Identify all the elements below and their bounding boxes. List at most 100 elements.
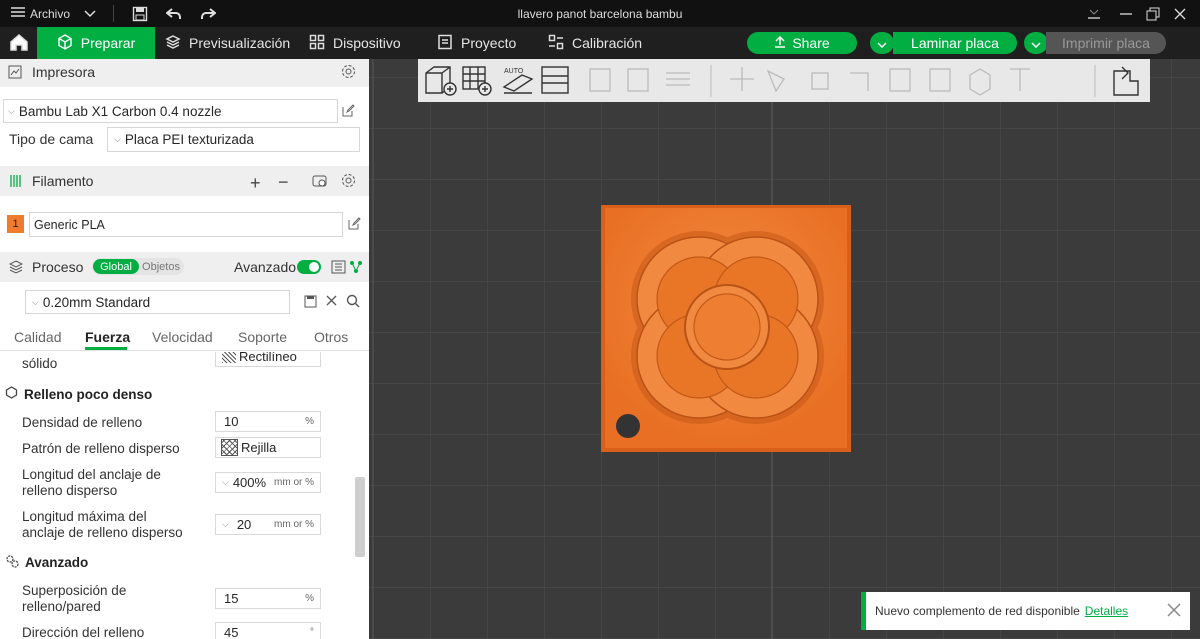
tab-support[interactable]: Soporte [238, 329, 287, 345]
tab-others[interactable]: Otros [314, 329, 348, 345]
partial-setting-value[interactable]: Rectilíneo [215, 352, 321, 367]
filament-select[interactable]: Generic PLA [29, 212, 343, 237]
process-preset-select[interactable]: ⌵ 0.20mm Standard [25, 290, 290, 314]
chevron-down-icon: ⌵ [222, 477, 229, 487]
slice-plate-button[interactable]: Laminar placa [893, 32, 1017, 54]
overlap-value: 15 [224, 591, 239, 606]
process-preset-name: 0.20mm Standard [42, 294, 151, 310]
bed-type-select[interactable]: ⌵ Placa PEI texturizada [107, 127, 360, 152]
print-dropdown-button[interactable] [1024, 32, 1048, 54]
notification-toast: Nuevo complemento de red disponible Deta… [861, 592, 1190, 630]
tab-preview-label: Previsualización [189, 35, 291, 51]
chevron-down-icon [877, 35, 887, 51]
add-plate-icon [462, 66, 492, 96]
close-window-icon[interactable] [1174, 0, 1186, 27]
search-icon[interactable] [346, 294, 360, 308]
project-icon [437, 34, 453, 53]
filament-slot-badge[interactable]: 1 [7, 215, 24, 233]
process-section-title: Proceso [32, 259, 84, 275]
anchor-input[interactable]: ⌵ 400% mm or % [215, 472, 321, 493]
density-input[interactable]: 10 % [215, 411, 321, 432]
tab-strength[interactable]: Fuerza [85, 329, 130, 345]
pattern-select[interactable]: Rejilla [215, 437, 321, 458]
file-menu[interactable]: Archivo [10, 0, 70, 27]
print-plate-button[interactable]: Imprimir placa [1046, 32, 1166, 54]
home-button[interactable] [0, 27, 37, 59]
settings-tabs: Calidad Fuerza Velocidad Soporte Otros [0, 321, 369, 351]
anchor-label-line1: Longitud del anclaje de [22, 467, 161, 482]
tab-project[interactable]: Proyecto [437, 27, 516, 59]
scope-objects[interactable]: Objetos [140, 259, 182, 274]
anchor-label-line2: relleno disperso [22, 483, 118, 498]
tab-prepare[interactable]: Preparar [37, 27, 155, 59]
active-tab-indicator [85, 347, 127, 350]
filament-section-title: Filamento [32, 173, 94, 189]
filament-header: Filamento + − [0, 166, 369, 196]
gear-icon[interactable] [341, 173, 356, 188]
bed-type-value: Placa PEI texturizada [124, 132, 254, 147]
tab-prepare-label: Preparar [80, 35, 136, 51]
slice-dropdown-button[interactable] [870, 32, 894, 54]
undo-icon[interactable] [166, 0, 182, 27]
pattern-icon [222, 352, 236, 363]
minimize-icon[interactable] [1120, 0, 1132, 27]
tab-device-label: Dispositivo [333, 35, 401, 51]
restore-icon[interactable] [1146, 0, 1160, 27]
share-button[interactable]: Share [747, 32, 857, 54]
sync-icon[interactable] [312, 174, 328, 188]
close-icon[interactable] [1166, 602, 1182, 621]
tab-speed[interactable]: Velocidad [152, 329, 213, 345]
calibration-icon [548, 34, 564, 53]
process-layers-icon [9, 260, 23, 274]
edit-icon[interactable] [348, 217, 361, 230]
density-value: 10 [224, 414, 239, 429]
direction-input[interactable]: 45 ° [215, 622, 321, 639]
svg-text:AUTO: AUTO [504, 68, 524, 75]
redo-icon[interactable] [200, 0, 216, 27]
overlap-unit: % [305, 593, 314, 604]
auto-orient-icon: AUTO [502, 68, 534, 94]
tab-calibration[interactable]: Calibración [548, 27, 642, 59]
close-icon[interactable] [326, 295, 337, 306]
max-anchor-value: 20 [236, 517, 252, 532]
3d-viewport[interactable] [369, 59, 1200, 639]
menu-dropdown-icon[interactable] [84, 0, 96, 27]
max-anchor-input[interactable]: ⌵ 20 mm or % [215, 514, 321, 535]
compare-icon[interactable] [349, 260, 363, 274]
anchor-value: 400% [232, 475, 267, 490]
save-preset-icon[interactable] [304, 295, 317, 308]
arrange-icon [541, 66, 569, 94]
tab-quality[interactable]: Calidad [14, 329, 61, 345]
remove-icon[interactable]: − [278, 172, 289, 193]
hexagon-icon [5, 386, 18, 402]
partial-setting-text: Rectilíneo [239, 352, 297, 364]
chevron-down-icon [1031, 35, 1041, 51]
collapse-icon[interactable] [1087, 0, 1101, 27]
scope-toggle[interactable]: Global Objetos [92, 258, 184, 275]
divider [113, 5, 114, 22]
printer-select[interactable]: ⌵ Bambu Lab X1 Carbon 0.4 nozzle [3, 99, 338, 123]
viewport-toolbar: AUTO [418, 59, 1150, 102]
overlap-input[interactable]: 15 % [215, 588, 321, 609]
partial-setting-label: sólido [22, 356, 58, 371]
overlap-label-line2: relleno/pared [22, 599, 101, 614]
scope-global[interactable]: Global [93, 259, 139, 274]
hamburger-icon [10, 6, 26, 21]
edit-icon[interactable] [342, 104, 355, 117]
add-icon[interactable]: + [250, 173, 261, 194]
advanced-toggle[interactable] [297, 260, 321, 274]
gear-icon[interactable] [341, 64, 356, 79]
chevron-down-icon: ⌵ [114, 134, 121, 144]
home-icon [9, 33, 29, 54]
sparse-infill-title: Relleno poco denso [24, 386, 153, 402]
tab-preview[interactable]: Previsualización [165, 27, 290, 59]
tab-device[interactable]: Dispositivo [309, 27, 401, 59]
keychain-model[interactable] [601, 205, 851, 452]
save-icon[interactable] [132, 0, 148, 27]
settings-panel: Impresora ⌵ Bambu Lab X1 Carbon 0.4 nozz… [0, 59, 369, 639]
list-icon[interactable] [331, 260, 346, 274]
toast-details-link[interactable]: Detalles [1085, 604, 1128, 618]
add-cube-icon [425, 66, 457, 96]
sparse-infill-section: Relleno poco denso [5, 386, 152, 402]
scrollbar-thumb[interactable] [355, 477, 365, 557]
